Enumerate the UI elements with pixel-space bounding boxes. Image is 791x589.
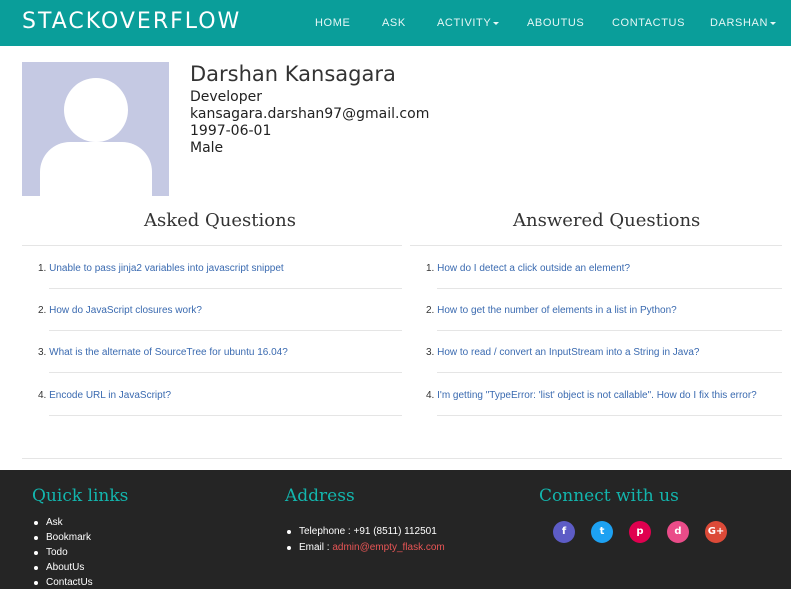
divider: [410, 245, 782, 246]
address-email: Email : admin@empty_flask.com: [285, 540, 445, 556]
divider: [49, 372, 402, 373]
list-item: 4. I'm getting "TypeError: 'list' object…: [426, 390, 757, 401]
nav-ask[interactable]: ASK: [382, 17, 406, 29]
list-item: 1. How do I detect a click outside an el…: [426, 263, 630, 274]
divider: [49, 288, 402, 289]
question-link[interactable]: How to read / convert an InputStream int…: [437, 347, 699, 358]
list-item-number: 2.: [38, 305, 47, 316]
nav-activity-label: ACTIVITY: [437, 17, 492, 29]
google-plus-icon[interactable]: G+: [705, 521, 727, 543]
question-link[interactable]: How do JavaScript closures work?: [49, 305, 202, 316]
divider: [437, 288, 782, 289]
question-link[interactable]: I'm getting "TypeError: 'list' object is…: [437, 390, 757, 401]
list-item-number: 4.: [38, 390, 47, 401]
list-item: 4. Encode URL in JavaScript?: [38, 390, 171, 401]
profile-gender: Male: [190, 140, 224, 156]
divider: [49, 330, 402, 331]
nav-contactus[interactable]: CONTACTUS: [612, 17, 685, 29]
avatar-head-shape: [64, 78, 128, 142]
profile-dob: 1997-06-01: [190, 123, 272, 139]
list-item: 3. What is the alternate of SourceTree f…: [38, 347, 288, 358]
list-item-number: 3.: [38, 347, 47, 358]
chevron-down-icon: [770, 21, 776, 25]
nav-activity-dropdown[interactable]: ACTIVITY: [437, 17, 500, 29]
divider: [437, 372, 782, 373]
nav-aboutus[interactable]: ABOUTUS: [527, 17, 584, 29]
twitter-icon[interactable]: t: [591, 521, 613, 543]
nav-user-dropdown[interactable]: DARSHAN: [710, 17, 776, 29]
nav-user-label: DARSHAN: [710, 17, 768, 29]
avatar-body-shape: [40, 142, 152, 196]
profile-email: kansagara.darshan97@gmail.com: [190, 106, 430, 122]
quick-link-todo[interactable]: Todo: [32, 545, 93, 560]
address-title: Address: [285, 486, 355, 506]
question-link[interactable]: How do I detect a click outside an eleme…: [437, 263, 630, 274]
avatar: [22, 62, 169, 196]
list-item-number: 2.: [426, 305, 435, 316]
question-link[interactable]: What is the alternate of SourceTree for …: [49, 347, 288, 358]
facebook-icon[interactable]: f: [553, 521, 575, 543]
question-link[interactable]: Unable to pass jinja2 variables into jav…: [49, 263, 284, 274]
address-list: Telephone : +91 (8511) 112501 Email : ad…: [285, 524, 445, 556]
connect-title: Connect with us: [539, 486, 679, 506]
asked-questions-title: Asked Questions: [144, 210, 296, 231]
chevron-down-icon: [493, 21, 500, 25]
answered-questions-title: Answered Questions: [513, 210, 701, 231]
quick-links-title: Quick links: [32, 486, 129, 506]
question-link[interactable]: Encode URL in JavaScript?: [49, 390, 171, 401]
list-item: 3. How to read / convert an InputStream …: [426, 347, 700, 358]
quick-link-contactus[interactable]: ContactUs: [32, 575, 93, 589]
question-link[interactable]: How to get the number of elements in a l…: [437, 305, 677, 316]
list-item: 2. How do JavaScript closures work?: [38, 305, 202, 316]
divider: [437, 415, 782, 416]
list-item: 1. Unable to pass jinja2 variables into …: [38, 263, 284, 274]
address-telephone: Telephone : +91 (8511) 112501: [285, 524, 445, 540]
profile-role: Developer: [190, 89, 263, 105]
list-item-number: 3.: [426, 347, 435, 358]
quick-link-aboutus[interactable]: AboutUs: [32, 560, 93, 575]
list-item-number: 1.: [426, 263, 435, 274]
address-email-link[interactable]: admin@empty_flask.com: [332, 542, 444, 553]
list-item-number: 4.: [426, 390, 435, 401]
list-item: 2. How to get the number of elements in …: [426, 305, 677, 316]
pinterest-icon[interactable]: p: [629, 521, 651, 543]
quick-link-bookmark[interactable]: Bookmark: [32, 530, 93, 545]
quick-links-list: Ask Bookmark Todo AboutUs ContactUs: [32, 515, 93, 589]
divider: [22, 458, 782, 459]
divider: [49, 415, 402, 416]
divider: [437, 330, 782, 331]
address-email-label: Email :: [299, 542, 333, 553]
brand-logo[interactable]: STACKOVERFLOW: [22, 9, 241, 34]
dribbble-icon[interactable]: d: [667, 521, 689, 543]
navbar: STACKOVERFLOW HOME ASK ACTIVITY ABOUTUS …: [0, 0, 791, 46]
quick-link-ask[interactable]: Ask: [32, 515, 93, 530]
nav-home[interactable]: HOME: [315, 17, 350, 29]
list-item-number: 1.: [38, 263, 47, 274]
profile-name: Darshan Kansagara: [190, 62, 396, 86]
divider: [22, 245, 402, 246]
